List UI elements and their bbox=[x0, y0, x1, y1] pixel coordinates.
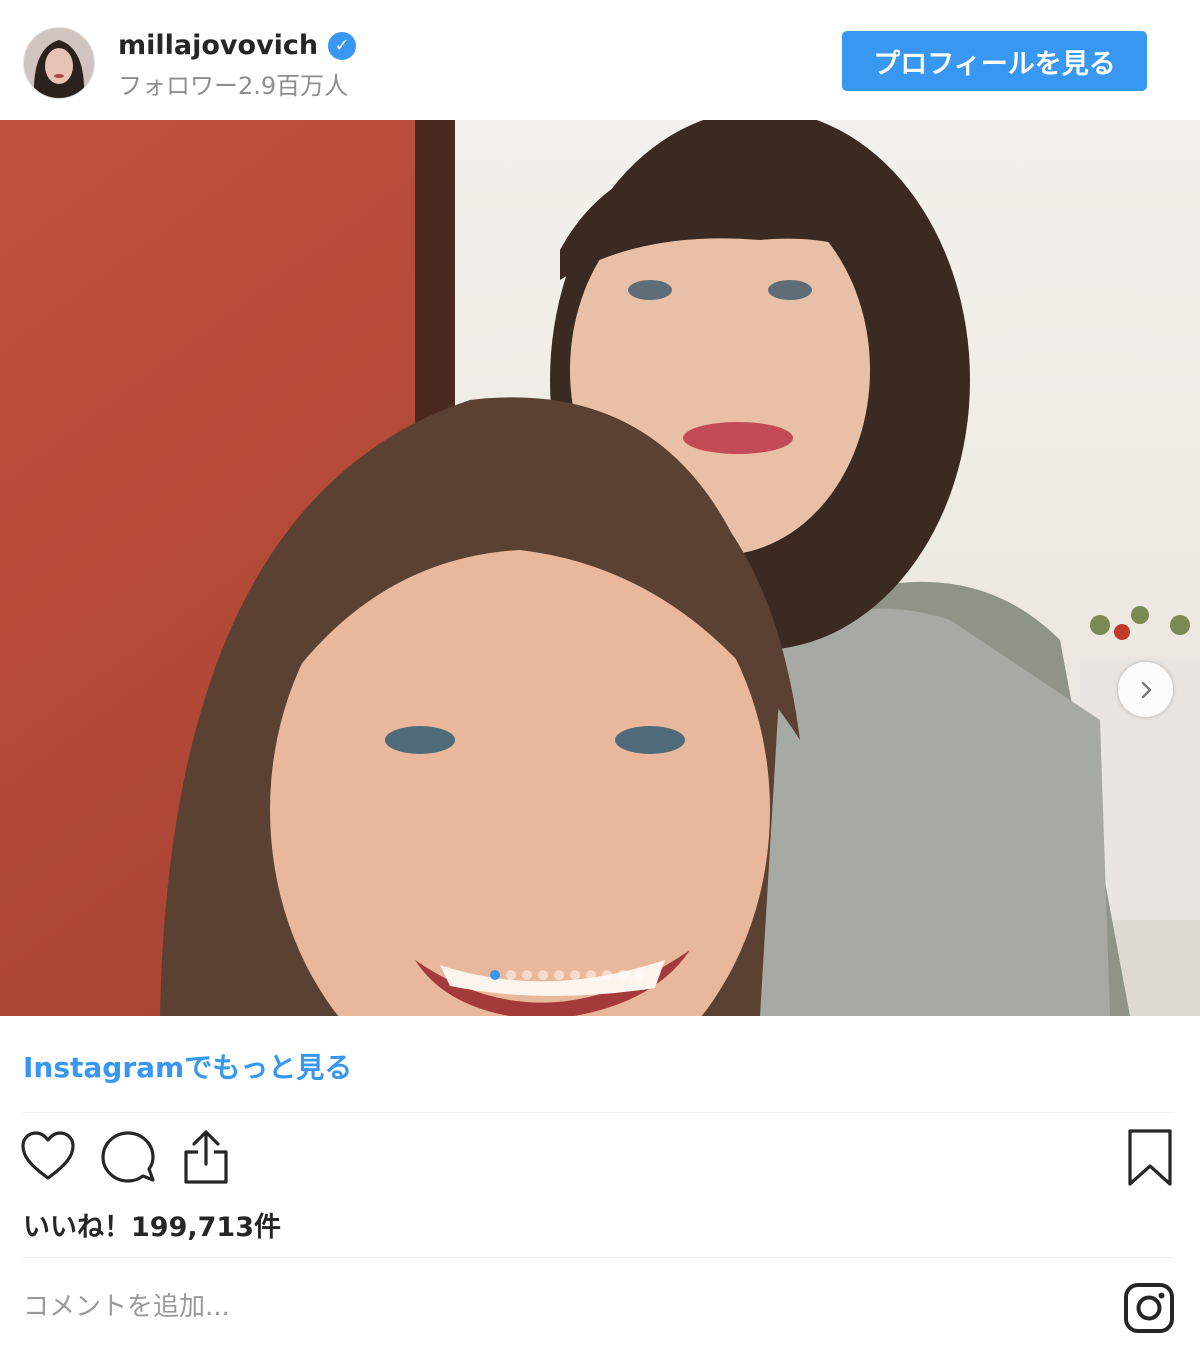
carousel-dot bbox=[506, 970, 516, 980]
chevron-right-icon bbox=[1141, 681, 1151, 698]
instagram-logo-icon[interactable] bbox=[1123, 1282, 1175, 1334]
carousel-dot bbox=[554, 970, 564, 980]
photo-illustration bbox=[0, 120, 1200, 1016]
speech-bubble-icon bbox=[101, 1131, 155, 1183]
carousel-dot bbox=[634, 970, 644, 980]
post-header: millajovovich ✓ フォロワー2.9百万人 プロフィールを見る bbox=[0, 0, 1200, 120]
carousel-dot bbox=[618, 970, 628, 980]
share-upload-icon bbox=[184, 1130, 228, 1184]
instagram-embed-card: millajovovich ✓ フォロワー2.9百万人 プロフィールを見る In… bbox=[0, 0, 1200, 1354]
username[interactable]: millajovovich ✓ bbox=[118, 30, 357, 61]
carousel-dot bbox=[602, 970, 612, 980]
like-button[interactable] bbox=[20, 1130, 76, 1184]
carousel-indicator bbox=[490, 970, 644, 980]
avatar[interactable] bbox=[23, 27, 95, 99]
view-profile-button[interactable]: プロフィールを見る bbox=[842, 31, 1147, 91]
username-text[interactable]: millajovovich bbox=[118, 30, 318, 61]
like-count: いいね！199,713件 bbox=[23, 1212, 281, 1243]
carousel-dot bbox=[570, 970, 580, 980]
carousel-dot bbox=[490, 970, 500, 980]
share-button[interactable] bbox=[178, 1128, 234, 1186]
comment-button[interactable] bbox=[100, 1130, 156, 1186]
divider bbox=[23, 1112, 1173, 1113]
carousel-dot bbox=[522, 970, 532, 980]
save-button[interactable] bbox=[1125, 1128, 1175, 1188]
divider bbox=[23, 1257, 1173, 1258]
follower-count: フォロワー2.9百万人 bbox=[118, 72, 349, 100]
bookmark-icon bbox=[1128, 1129, 1172, 1186]
post-photo[interactable] bbox=[0, 120, 1200, 1016]
next-photo-button[interactable] bbox=[1118, 662, 1173, 717]
comment-input[interactable] bbox=[23, 1285, 923, 1329]
verified-badge-icon: ✓ bbox=[328, 31, 357, 60]
carousel-dot bbox=[586, 970, 596, 980]
view-more-on-instagram-link[interactable]: Instagramでもっと見る bbox=[23, 1046, 352, 1086]
carousel-dot bbox=[538, 970, 548, 980]
heart-icon bbox=[21, 1131, 75, 1180]
